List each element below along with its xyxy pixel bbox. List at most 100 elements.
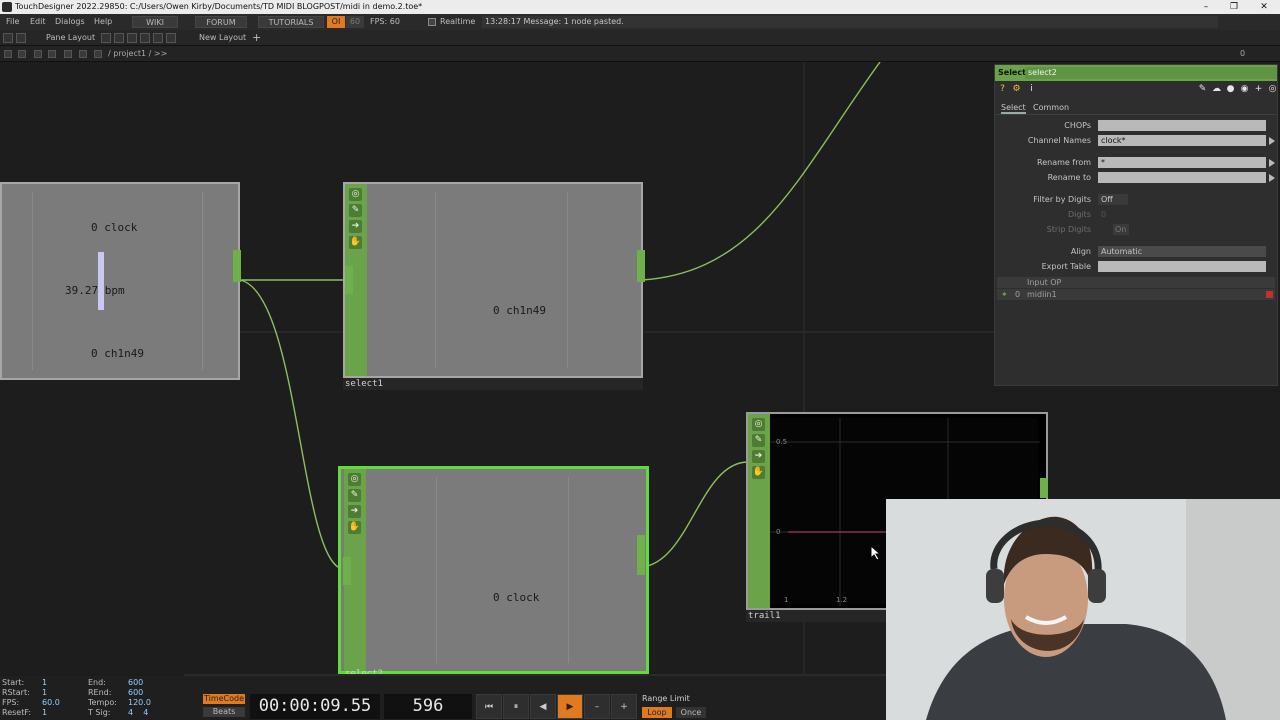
end-value[interactable]: 600 [128,678,143,687]
bypass-icon[interactable]: ✋ [348,521,361,534]
timecode-mode-button[interactable]: TimeCode [203,694,245,704]
fps-value[interactable]: 60.0 [42,698,60,707]
pause-icon[interactable]: ⏸ [503,694,529,719]
layout-5-icon[interactable] [153,33,163,43]
play-icon[interactable]: ▶ [557,694,583,719]
beats-mode-button[interactable]: Beats [203,707,245,717]
realtime-checkbox[interactable] [428,18,436,26]
rename-from-field[interactable]: * [1098,157,1266,168]
pane-layout-label[interactable]: Pane Layout [46,30,95,46]
add-node-icon[interactable] [64,50,72,58]
input-op-value[interactable]: midiin1 [1027,289,1057,300]
channel-names-menu-icon[interactable] [1269,137,1275,145]
rstart-value[interactable]: 1 [42,688,47,697]
select1-node[interactable]: ◎ ✎ ➔ ✋ 0 ch1n49 [343,182,645,378]
python-icon[interactable]: ⚙ [1011,84,1022,95]
info-icon[interactable]: i [1026,84,1037,95]
minimize-button[interactable]: – [1192,0,1220,14]
layout-4-icon[interactable] [140,33,150,43]
rename-to-field[interactable] [1098,172,1266,183]
loop-button[interactable]: Loop [642,707,672,718]
layout-2-icon[interactable] [114,33,124,43]
tsig-value[interactable]: 4 4 [128,708,148,717]
layout-1-icon[interactable] [101,33,111,43]
edit-icon[interactable]: ✎ [349,204,362,217]
export-table-field[interactable] [1098,261,1266,272]
op-name-field[interactable]: select2 [1025,67,1277,79]
rename-from-menu-icon[interactable] [1269,159,1275,167]
tutorials-button[interactable]: TUTORIALS [258,16,324,28]
step-minus-icon[interactable]: – [584,694,610,719]
color-icon[interactable]: ◉ [1239,84,1250,95]
menu-dialogs[interactable]: Dialogs [55,14,85,30]
oi-toggle[interactable]: OI [327,16,345,28]
midiin-node[interactable]: 0 clock 39.27 bpm 0 ch1n49 [0,182,241,380]
rend-value[interactable]: 600 [128,688,143,697]
forum-button[interactable]: FORUM [195,16,247,28]
layout-6-icon[interactable] [166,33,176,43]
export-icon[interactable]: ➔ [348,505,361,518]
midiin-output-connector[interactable] [233,250,241,282]
export-icon[interactable]: ➔ [349,220,362,233]
help-icon[interactable]: ? [997,84,1008,95]
select2-input-connector[interactable] [343,557,351,585]
python-module-icon[interactable]: ● [1225,84,1236,95]
step-back-icon[interactable]: ◀ [530,694,556,719]
layout-3-icon[interactable] [127,33,137,43]
input-remove-icon[interactable] [1266,291,1273,298]
select1-input-connector[interactable] [345,266,353,294]
viewer-toggle-icon[interactable]: ◎ [348,473,361,486]
filter-digits-toggle[interactable]: Off [1098,194,1128,205]
pane-split-icon[interactable] [3,33,13,43]
menu-help[interactable]: Help [94,14,112,30]
settings-icon[interactable]: ◎ [1267,84,1278,95]
up-level-icon[interactable] [94,50,102,58]
once-button[interactable]: Once [676,707,706,718]
timecode-display[interactable]: 00:00:09.55 [250,694,380,719]
menu-edit[interactable]: Edit [30,14,46,30]
step-plus-icon[interactable]: + [611,694,637,719]
restore-button[interactable]: ❐ [1220,0,1248,14]
add-param-icon[interactable]: + [1253,84,1264,95]
menu-file[interactable]: File [6,14,19,30]
wiki-button[interactable]: WIKI [132,16,178,28]
rewind-icon[interactable]: ⏮ [476,694,502,719]
channel-names-field[interactable]: clock* [1098,135,1266,146]
forward-icon[interactable] [48,50,56,58]
edit-icon[interactable]: ✎ [752,434,765,447]
trail1-output-connector[interactable] [1040,478,1048,498]
select1-name[interactable]: select1 [343,378,643,390]
network-path[interactable]: / project1 / >> [108,46,167,62]
new-layout-button[interactable]: New Layout [199,30,246,46]
resetf-value[interactable]: 1 [42,708,47,717]
pane-type-icon[interactable] [16,33,26,43]
align-select[interactable]: Automatic [1098,246,1266,257]
bypass-icon[interactable]: ✋ [349,236,362,249]
viewer-toggle-icon[interactable]: ◎ [752,418,765,431]
tab-common[interactable]: Common [1033,103,1069,112]
export-icon[interactable]: ➔ [752,450,765,463]
digits-field[interactable]: 0 [1098,209,1128,220]
stop-icon[interactable] [18,50,26,58]
viewer-toggle-icon[interactable]: ◎ [349,188,362,201]
edit-icon[interactable]: ✎ [348,489,361,502]
close-button[interactable]: ✕ [1250,0,1278,14]
start-value[interactable]: 1 [42,678,47,687]
fps-60-toggle[interactable]: 60 [346,16,364,28]
bookmark-icon[interactable] [79,50,87,58]
back-icon[interactable] [34,50,42,58]
select1-output-connector[interactable] [637,250,645,282]
chops-field[interactable] [1098,120,1266,131]
bypass-icon[interactable]: ✋ [752,466,765,479]
trail1-name[interactable]: trail1 [746,610,886,622]
menu-arrow-icon[interactable] [4,50,12,58]
rename-to-menu-icon[interactable] [1269,174,1275,182]
tempo-value[interactable]: 120.0 [128,698,151,707]
comment-icon[interactable]: ☁ [1211,84,1222,95]
strip-digits-toggle[interactable]: On [1113,224,1129,235]
frame-display[interactable]: 596 [384,694,472,719]
tab-select[interactable]: Select [1001,103,1026,114]
pencil-icon[interactable]: ✎ [1197,84,1208,95]
input-table-row[interactable]: ✦ 0 midiin1 [997,289,1275,300]
select2-node[interactable]: ◎ ✎ ➔ ✋ 0 clock [338,466,649,674]
